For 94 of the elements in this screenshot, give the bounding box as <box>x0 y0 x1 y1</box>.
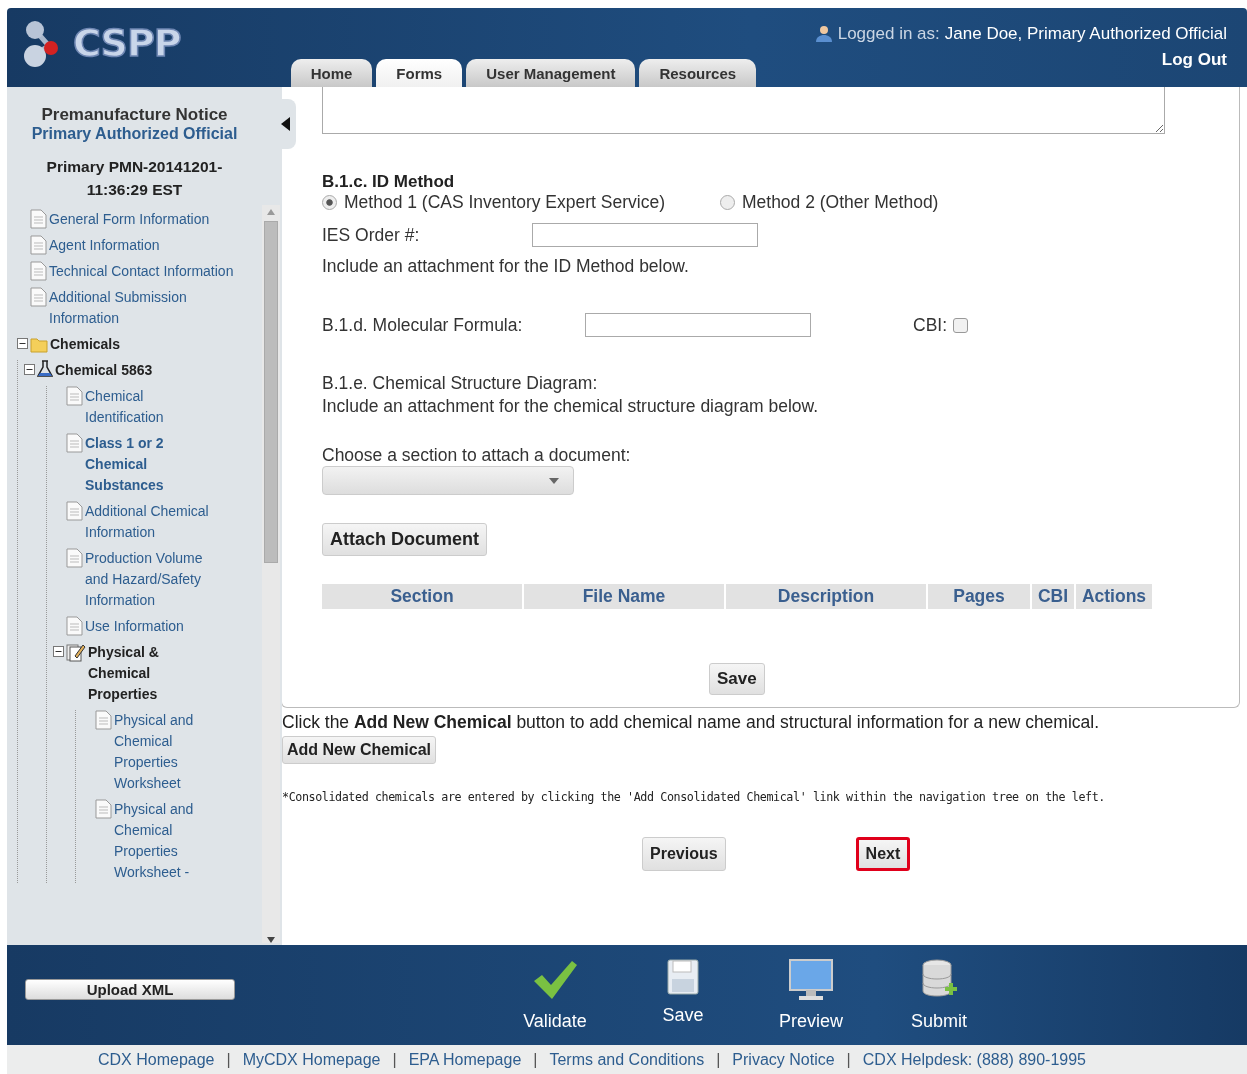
field-label: B.1.d. Molecular Formula: <box>322 314 524 336</box>
collapse-icon[interactable] <box>17 338 28 349</box>
submission-name: Primary PMN-20141201-11:36:29 EST <box>45 157 224 200</box>
scrollbar[interactable] <box>262 205 280 943</box>
separator: | <box>716 1050 721 1069</box>
column-header: Description <box>726 584 926 609</box>
document-icon <box>30 235 47 255</box>
folder-icon <box>30 337 48 353</box>
document-icon <box>30 209 47 229</box>
ies-order-field[interactable] <box>532 223 758 247</box>
document-icon <box>66 433 83 453</box>
footer-link[interactable]: Terms and Conditions <box>549 1050 705 1069</box>
column-header: Pages <box>928 584 1030 609</box>
text-area-field[interactable] <box>322 87 1165 134</box>
logo-text: CSPP <box>73 21 181 65</box>
section-title: B.1.c. ID Method <box>322 172 456 192</box>
edit-document-icon <box>66 642 86 662</box>
instruction-text: Include an attachment for the chemical structure diagram below. <box>322 396 820 417</box>
toolbar-action[interactable]: Validate <box>505 958 605 1032</box>
field-label: IES Order #: <box>322 224 421 246</box>
nav-tab[interactable]: Home <box>290 59 373 87</box>
checkmark-icon <box>532 958 578 1001</box>
add-chemical-instruction: Click the Add New Chemical button to add chemical name and structural information for a new chemical. <box>282 712 1101 733</box>
tree-item[interactable]: Chemicals <box>50 334 121 355</box>
document-icon <box>30 261 47 281</box>
separator: | <box>846 1050 851 1069</box>
instruction-text: Include an attachment for the ID Method below. <box>322 256 690 277</box>
user-name: Jane Doe, Primary Authorized Official <box>944 24 1227 44</box>
tree-item[interactable]: Technical Contact Information <box>49 261 234 282</box>
field-label: Choose a section to attach a document: <box>322 445 632 466</box>
upload-xml-button[interactable]: Upload XML <box>25 978 235 1000</box>
separator: | <box>392 1050 397 1069</box>
tree-item[interactable]: Physical and Chemical Properties Worksheet - <box>114 799 234 883</box>
flask-icon <box>37 360 53 378</box>
document-icon <box>95 799 112 819</box>
sidebar-role: Primary Authorized Official <box>31 125 238 143</box>
previous-button[interactable]: Previous <box>642 837 726 871</box>
molecular-formula-field[interactable] <box>585 313 811 337</box>
tree-item[interactable]: General Form Information <box>49 209 210 230</box>
dropdown-caret-icon <box>549 477 559 484</box>
login-label: Logged in as: <box>837 24 940 44</box>
tree-item[interactable]: Use Information <box>85 616 184 637</box>
column-header: File Name <box>524 584 724 609</box>
collapse-icon[interactable] <box>24 364 35 375</box>
tree-item[interactable]: Agent Information <box>49 235 160 256</box>
tree-item[interactable]: Physical and Chemical Properties Worksheet <box>114 710 234 794</box>
document-icon <box>66 548 83 568</box>
triangle-left-icon <box>280 117 290 131</box>
radio-option[interactable]: Method 2 (Other Method) <box>719 192 939 213</box>
sidebar-title: Premanufacture Notice <box>41 105 228 125</box>
tree-item[interactable]: Class 1 or 2 Chemical Substances <box>85 433 210 496</box>
footer-link[interactable]: CDX Helpdesk: (888) 890-1995 <box>862 1050 1086 1069</box>
log-out-link[interactable]: Log Out <box>1161 50 1227 70</box>
scroll-up-icon[interactable] <box>267 209 275 215</box>
document-icon <box>66 616 83 636</box>
cbi-checkbox[interactable] <box>953 317 969 333</box>
radio-option[interactable]: Method 1 (CAS Inventory Expert Service) <box>322 192 665 213</box>
footer-link[interactable]: Privacy Notice <box>732 1050 835 1069</box>
column-header: Section <box>322 584 522 609</box>
next-button[interactable]: Next <box>855 837 911 871</box>
nav-tab[interactable]: Forms <box>376 59 463 87</box>
attach-document-button[interactable]: Attach Document <box>322 523 487 556</box>
document-icon <box>30 287 47 307</box>
tree-item[interactable]: Chemical 5863 <box>55 360 153 381</box>
monitor-icon <box>789 958 833 1001</box>
save-button[interactable]: Save <box>709 663 765 695</box>
nav-tab[interactable]: User Management <box>466 59 636 87</box>
toolbar-action[interactable]: Preview <box>761 958 861 1032</box>
tree-item[interactable]: Physical & Chemical Properties <box>88 642 213 705</box>
add-new-chemical-button[interactable]: Add New Chemical <box>282 736 437 764</box>
tree-item[interactable]: Additional Chemical Information <box>85 501 210 543</box>
tree-item[interactable]: Chemical Identification <box>85 386 210 428</box>
section-dropdown[interactable] <box>322 466 574 495</box>
section-title: B.1.e. Chemical Structure Diagram: <box>322 373 599 394</box>
column-header: Actions <box>1076 584 1152 609</box>
separator: | <box>226 1050 231 1069</box>
tree-item[interactable]: Additional Submission Information <box>49 287 249 329</box>
scroll-down-icon[interactable] <box>267 937 275 943</box>
user-icon <box>814 25 833 43</box>
document-icon <box>66 386 83 406</box>
separator: | <box>533 1050 538 1069</box>
column-header: CBI <box>1032 584 1074 609</box>
toolbar-action[interactable]: Save <box>633 958 733 1032</box>
collapse-icon[interactable] <box>53 646 64 657</box>
document-icon <box>95 710 112 730</box>
toolbar-action[interactable]: Submit <box>889 958 989 1032</box>
tree-item[interactable]: Production Volume and Hazard/Safety Information <box>85 548 210 611</box>
footer-link[interactable]: EPA Homepage <box>408 1050 522 1069</box>
cbi-label: CBI: <box>913 314 948 336</box>
footnote-text: *Consolidated chemicals are entered by clicking the 'Add Consolidated Chemical' link within the navigation tree on the left. <box>282 790 1106 804</box>
footer-link[interactable]: CDX Homepage <box>98 1050 215 1069</box>
footer-link[interactable]: MyCDX Homepage <box>242 1050 381 1069</box>
nav-tab[interactable]: Resources <box>639 59 757 87</box>
document-icon <box>66 501 83 521</box>
